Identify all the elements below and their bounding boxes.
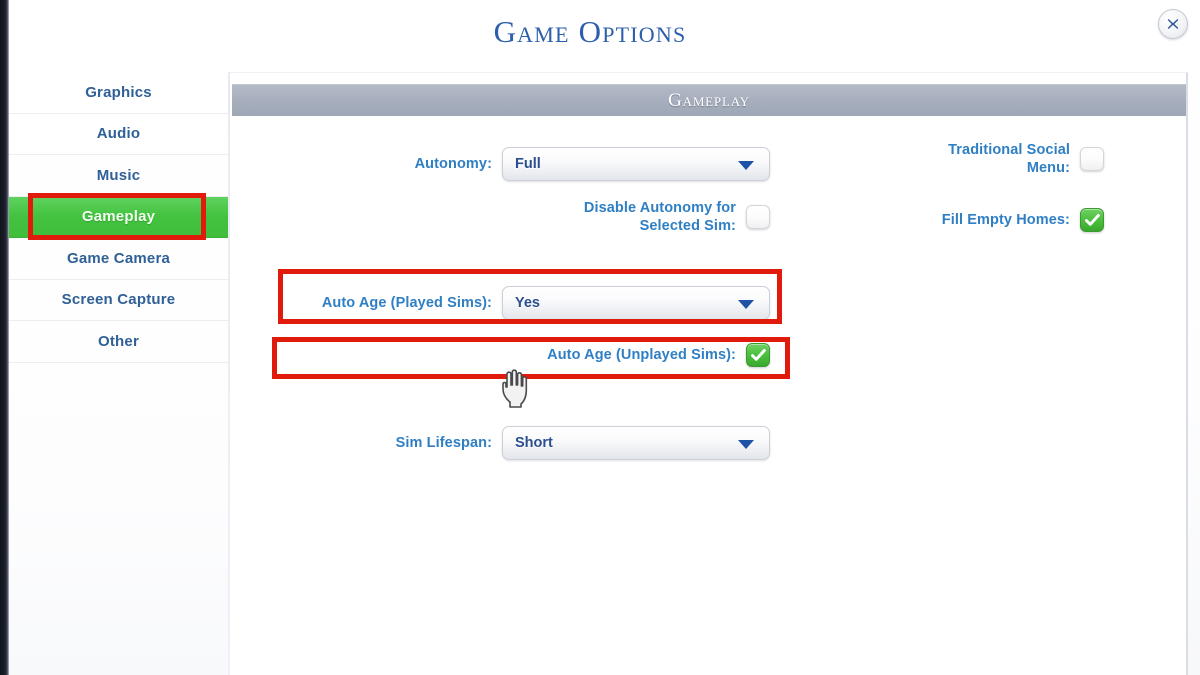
option-row-auto-age-unplayed: Auto Age (Unplayed Sims): <box>230 343 770 367</box>
autonomy-value: Full <box>515 156 541 172</box>
chevron-down-icon <box>738 300 754 309</box>
panel-header: Gameplay <box>232 84 1186 116</box>
page-title: Game Options <box>493 14 687 49</box>
autonomy-label: Autonomy: <box>414 156 492 172</box>
gameplay-options-form: Autonomy: Full Traditional Social Menu: … <box>230 123 1188 675</box>
option-row-fill-empty-homes: Fill Empty Homes: <box>830 208 1188 232</box>
title-bar: Game Options <box>0 0 1200 66</box>
sidebar-item-gameplay[interactable]: Gameplay <box>9 192 228 240</box>
sidebar-item-label: Music <box>96 166 141 184</box>
option-row-sim-lifespan: Sim Lifespan: Short <box>230 426 770 460</box>
sidebar: Graphics Audio Music Gameplay Game Camer… <box>9 72 228 675</box>
sidebar-item-graphics[interactable]: Graphics <box>9 72 228 114</box>
disable-autonomy-label: Disable Autonomy for Selected Sim: <box>583 200 736 234</box>
fill-empty-homes-checkbox[interactable] <box>1080 208 1104 232</box>
sim-lifespan-label: Sim Lifespan: <box>395 435 492 451</box>
sidebar-item-label: Screen Capture <box>61 291 176 309</box>
sidebar-item-game-camera[interactable]: Game Camera <box>9 238 228 280</box>
panel-header-label: Gameplay <box>668 89 750 111</box>
sidebar-item-label: Gameplay <box>81 208 156 226</box>
sidebar-item-label: Audio <box>96 125 141 143</box>
option-row-disable-autonomy: Disable Autonomy for Selected Sim: <box>230 199 770 235</box>
fill-empty-homes-label: Fill Empty Homes: <box>941 212 1070 228</box>
window-left-edge <box>0 0 9 675</box>
sidebar-item-label: Graphics <box>85 83 152 101</box>
check-icon <box>1084 213 1100 226</box>
auto-age-played-value: Yes <box>515 295 540 311</box>
sidebar-item-label: Other <box>97 332 139 350</box>
option-row-traditional-social-menu: Traditional Social Menu: <box>830 141 1188 177</box>
check-icon <box>750 348 766 361</box>
content-panel: Gameplay Autonomy: Full Traditional Soci… <box>230 72 1188 675</box>
chevron-down-icon <box>738 440 754 449</box>
auto-age-played-dropdown[interactable]: Yes <box>502 286 770 320</box>
game-options-dialog: Game Options Graphics Audio Music Gamepl… <box>0 0 1200 675</box>
chevron-down-icon <box>738 161 754 170</box>
close-button[interactable] <box>1158 9 1188 39</box>
sidebar-item-other[interactable]: Other <box>9 321 228 363</box>
auto-age-unplayed-label: Auto Age (Unplayed Sims): <box>547 347 736 363</box>
sidebar-item-label: Game Camera <box>66 249 171 267</box>
option-row-autonomy: Autonomy: Full <box>230 147 770 181</box>
autonomy-dropdown[interactable]: Full <box>502 147 770 181</box>
traditional-social-menu-label: Traditional Social Menu: <box>948 142 1070 176</box>
sidebar-item-music[interactable]: Music <box>9 155 228 197</box>
traditional-social-menu-checkbox[interactable] <box>1080 147 1104 171</box>
disable-autonomy-checkbox[interactable] <box>746 205 770 229</box>
auto-age-played-label: Auto Age (Played Sims): <box>321 295 492 311</box>
close-icon <box>1165 16 1181 32</box>
auto-age-unplayed-checkbox[interactable] <box>746 343 770 367</box>
sidebar-item-audio[interactable]: Audio <box>9 114 228 155</box>
sim-lifespan-value: Short <box>515 435 553 451</box>
sim-lifespan-dropdown[interactable]: Short <box>502 426 770 460</box>
sidebar-item-screen-capture[interactable]: Screen Capture <box>9 280 228 321</box>
option-row-auto-age-played: Auto Age (Played Sims): Yes <box>230 286 770 320</box>
